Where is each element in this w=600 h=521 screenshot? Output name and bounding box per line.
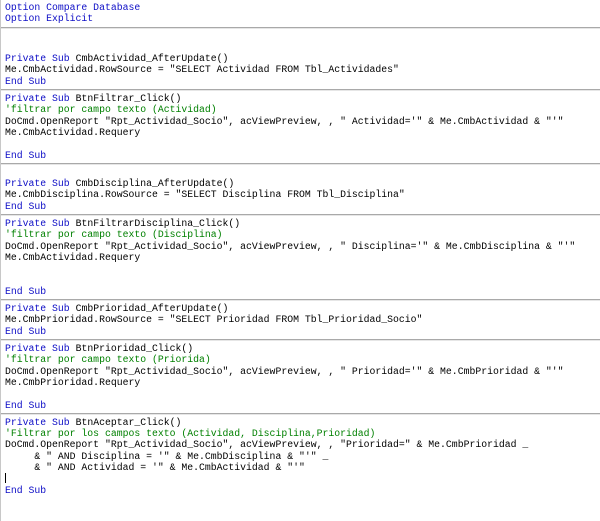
keyword-token: End Sub [5,149,47,161]
procedure-separator-line [1,214,600,217]
code-line[interactable]: Private Sub BtnPrioridad_Click() [1,343,600,354]
code-line[interactable]: 'filtrar por campo texto (Actividad) [1,104,600,115]
code-line[interactable]: End Sub [1,201,600,212]
keyword-token: End Sub [5,325,47,337]
blank-line[interactable] [1,42,600,53]
procedure-separator [1,87,600,93]
code-token: DoCmd.OpenReport "Rpt_Actividad_Socio", … [5,240,576,252]
code-token: & " AND Disciplina = '" & Me.CmbDiscipli… [5,450,329,462]
code-line[interactable]: Me.CmbPrioridad.Requery [1,377,600,388]
code-token: & " AND Actividad = '" & Me.CmbActividad… [5,461,305,473]
code-token: Me.CmbActividad.Requery [5,251,141,263]
keyword-token: End Sub [5,200,47,212]
procedure-separator-line [1,412,600,415]
keyword-token: Option Compare Database [5,2,141,13]
code-line[interactable]: End Sub [1,286,600,297]
code-token: DoCmd.OpenReport "Rpt_Actividad_Socio", … [5,439,529,451]
keyword-token: Private Sub [5,53,76,65]
procedure-separator [1,161,600,167]
code-line[interactable]: 'filtrar por campo texto (Priorida) [1,354,600,365]
keyword-token: Private Sub [5,178,76,190]
procedure-separator-line [1,89,600,92]
code-token: BtnFiltrar_Click() [75,93,182,105]
code-token: DoCmd.OpenReport "Rpt_Actividad_Socio", … [5,365,564,377]
code-line[interactable]: End Sub [1,485,600,496]
code-token: Me.CmbPrioridad.Requery [5,376,141,388]
code-line[interactable]: 'Filtrar por los campos texto (Actividad… [1,428,600,439]
blank-line[interactable] [1,167,600,178]
code-line[interactable]: Me.CmbDisciplina.RowSource = "SELECT Dis… [1,189,600,200]
keyword-token: End Sub [5,484,47,496]
blank-line[interactable] [1,31,600,42]
code-line[interactable]: DoCmd.OpenReport "Rpt_Actividad_Socio", … [1,439,600,450]
blank-line[interactable] [1,263,600,274]
code-line[interactable]: End Sub [1,150,600,161]
code-line[interactable]: End Sub [1,326,600,337]
code-token: Me.CmbDisciplina.RowSource = "SELECT Dis… [5,189,405,201]
procedure-separator-line [1,162,600,165]
code-line[interactable]: 'filtrar por campo texto (Disciplina) [1,229,600,240]
code-line[interactable]: Me.CmbActividad.Requery [1,127,600,138]
procedure-separator-line [1,339,600,342]
text-cursor [5,473,6,483]
comment-token: 'Filtrar por los campos texto (Actividad… [5,428,376,440]
code-token: DoCmd.OpenReport "Rpt_Actividad_Socio", … [5,115,564,127]
code-line[interactable]: End Sub [1,76,600,87]
procedure-separator [1,25,600,31]
keyword-token: Private Sub [5,416,76,428]
code-token: CmbPrioridad_AfterUpdate() [75,303,229,315]
procedure-separator [1,212,600,218]
blank-line[interactable] [1,388,600,399]
code-token: CmbDisciplina_AfterUpdate() [75,178,235,190]
comment-token: 'filtrar por campo texto (Disciplina) [5,229,223,241]
code-token: BtnFiltrarDisciplina_Click() [75,218,241,230]
code-line[interactable]: Private Sub BtnAceptar_Click() [1,417,600,428]
code-line[interactable]: End Sub [1,400,600,411]
code-token: Me.CmbPrioridad.RowSource = "SELECT Prio… [5,314,423,326]
code-token: Me.CmbActividad.RowSource = "SELECT Acti… [5,64,399,76]
code-line[interactable]: & " AND Disciplina = '" & Me.CmbDiscipli… [1,451,600,462]
code-line[interactable]: Private Sub CmbActividad_AfterUpdate() [1,53,600,64]
code-token: CmbActividad_AfterUpdate() [75,53,229,65]
comment-token: 'filtrar por campo texto (Actividad) [5,104,217,116]
keyword-token: End Sub [5,399,47,411]
keyword-token: Private Sub [5,218,76,230]
code-line[interactable]: Private Sub CmbDisciplina_AfterUpdate() [1,178,600,189]
procedure-separator [1,297,600,303]
vba-code-editor[interactable]: Option Compare Database Option Explicit Pr… [0,0,600,521]
blank-line[interactable] [1,275,600,286]
code-line[interactable]: Me.CmbActividad.RowSource = "SELECT Acti… [1,64,600,75]
code-line[interactable]: DoCmd.OpenReport "Rpt_Actividad_Socio", … [1,241,600,252]
comment-token: 'filtrar por campo texto (Priorida) [5,354,211,366]
code-line[interactable]: Option Explicit [1,13,600,24]
code-line[interactable]: Private Sub BtnFiltrarDisciplina_Click() [1,218,600,229]
keyword-token: Private Sub [5,303,76,315]
procedure-separator [1,411,600,417]
code-line[interactable]: Option Compare Database [1,2,600,13]
code-token: BtnPrioridad_Click() [75,343,194,355]
keyword-token: Private Sub [5,343,76,355]
keyword-token: Option Explicit [5,13,94,25]
code-line[interactable]: DoCmd.OpenReport "Rpt_Actividad_Socio", … [1,116,600,127]
code-line[interactable]: DoCmd.OpenReport "Rpt_Actividad_Socio", … [1,366,600,377]
code-line[interactable]: Private Sub CmbPrioridad_AfterUpdate() [1,303,600,314]
keyword-token: Private Sub [5,93,76,105]
code-line[interactable]: Me.CmbActividad.Requery [1,252,600,263]
keyword-token: End Sub [5,75,47,87]
procedure-separator-line [1,299,600,302]
procedure-separator-line [1,26,600,29]
code-line[interactable]: Private Sub BtnFiltrar_Click() [1,93,600,104]
keyword-token: End Sub [5,285,47,297]
procedure-separator [1,337,600,343]
code-line[interactable]: & " AND Actividad = '" & Me.CmbActividad… [1,462,600,473]
blank-line[interactable] [1,138,600,149]
code-line[interactable]: Me.CmbPrioridad.RowSource = "SELECT Prio… [1,314,600,325]
code-token: BtnAceptar_Click() [75,416,182,428]
code-token: Me.CmbActividad.Requery [5,126,141,138]
code-line[interactable] [1,473,600,484]
